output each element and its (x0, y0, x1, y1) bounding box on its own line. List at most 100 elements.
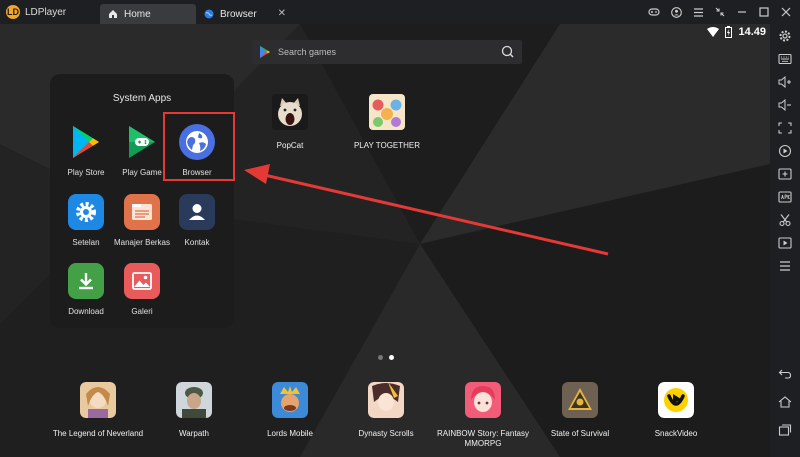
keyboard-mapping-button[interactable] (777, 51, 793, 67)
maximize-button[interactable] (754, 3, 774, 21)
dock-app-label: Lords Mobile (267, 429, 313, 438)
app-setelan[interactable]: Setelan (56, 194, 116, 247)
highlight-box-browser (163, 112, 235, 181)
play-games-icon (124, 124, 160, 160)
gallery-icon (124, 263, 160, 299)
shortcut-popcat[interactable]: PopCat (245, 94, 335, 150)
page-dot-active[interactable] (389, 355, 394, 360)
shortcut-play-together[interactable]: PLAY TOGETHER (342, 94, 432, 150)
dock-app-label: Dynasty Scrolls (358, 429, 414, 438)
tab-home[interactable]: Home (100, 4, 196, 24)
state-of-survival-thumbnail (562, 382, 598, 418)
wifi-icon (707, 27, 720, 37)
video-icon (778, 237, 792, 249)
app-label: Kontak (184, 238, 210, 247)
popcat-thumbnail (272, 94, 308, 130)
tab-browser[interactable]: Browser ✕ (196, 4, 292, 24)
app-kontak[interactable]: Kontak (167, 194, 227, 247)
close-button[interactable] (776, 3, 796, 21)
clock: 14.49 (738, 26, 766, 38)
title-bar: LD LDPlayer Home Browser ✕ (0, 0, 800, 24)
search-games-bar[interactable]: Search games (252, 40, 522, 64)
record-button[interactable] (777, 143, 793, 159)
tab-home-label: Home (124, 8, 151, 20)
menu-button[interactable] (688, 3, 708, 21)
page-dot[interactable] (378, 355, 383, 360)
volume-up-icon (778, 76, 791, 88)
app-play-store[interactable]: Play Store (56, 124, 116, 177)
dock-app-label: The Legend of Neverland (52, 429, 144, 438)
shortcut-label: PopCat (276, 141, 304, 150)
dock-app-lords-mobile[interactable]: Lords Mobile (240, 382, 340, 439)
recent-apps-button[interactable] (777, 422, 793, 438)
play-together-thumbnail (369, 94, 405, 130)
add-button[interactable] (777, 166, 793, 182)
app-name: LDPlayer (25, 6, 67, 18)
dock-app-label: Warpath (179, 429, 209, 438)
back-button[interactable] (777, 366, 793, 382)
ldplayer-logo-icon: LD (6, 5, 20, 19)
dock-app-state-of-survival[interactable]: State of Survival (530, 382, 630, 439)
snackvideo-thumbnail (658, 382, 694, 418)
screenshot-button[interactable] (777, 120, 793, 136)
gamepad-icon (648, 8, 660, 16)
home-icon (109, 10, 117, 18)
volume-up-button[interactable] (777, 74, 793, 90)
shrink-icon (715, 7, 725, 17)
video-button[interactable] (777, 235, 793, 251)
android-status-bar: 14.49 (707, 26, 766, 38)
screenshot-icon (778, 122, 792, 134)
lords-mobile-thumbnail (272, 382, 308, 418)
home-nav-icon (778, 396, 792, 408)
dynasty-scrolls-thumbnail (368, 382, 404, 418)
dock-app-snackvideo[interactable]: SnackVideo (626, 382, 726, 439)
fullscreen-exit-button[interactable] (710, 3, 730, 21)
app-manajer-berkas[interactable]: Manajer Berkas (112, 194, 172, 247)
settings-icon (68, 194, 104, 230)
dock-app-warpath[interactable]: Warpath (144, 382, 244, 439)
install-apk-button[interactable] (777, 189, 793, 205)
minimize-button[interactable] (732, 3, 752, 21)
close-icon (781, 7, 791, 17)
keyboard-icon (778, 53, 792, 65)
recent-apps-icon (778, 424, 792, 436)
dock-app-legend-of-neverland[interactable]: The Legend of Neverland (48, 382, 148, 439)
shortcut-label: PLAY TOGETHER (353, 141, 421, 150)
gamepad-button[interactable] (644, 3, 664, 21)
scissors-button[interactable] (777, 212, 793, 228)
file-manager-icon (124, 194, 160, 230)
folder-title: System Apps (112, 93, 172, 104)
emulator-sidebar (770, 24, 800, 457)
apk-icon (778, 191, 792, 203)
app-logo: LD LDPlayer (6, 5, 100, 19)
download-icon (68, 263, 104, 299)
app-galeri[interactable]: Galeri (112, 263, 172, 316)
home-button[interactable] (777, 394, 793, 410)
volume-down-button[interactable] (777, 97, 793, 113)
app-download[interactable]: Download (56, 263, 116, 316)
dock-app-rainbow-story[interactable]: RAINBOW Story: Fantasy MMORPG (433, 382, 533, 449)
search-icon[interactable] (501, 45, 514, 58)
contacts-icon (179, 194, 215, 230)
tab-browser-label: Browser (220, 8, 257, 20)
play-store-icon (68, 124, 104, 160)
dock-app-label: SnackVideo (654, 429, 698, 438)
app-label: Download (68, 307, 104, 316)
settings-button[interactable] (777, 28, 793, 44)
dock-app-dynasty-scrolls[interactable]: Dynasty Scrolls (336, 382, 436, 439)
volume-down-icon (778, 99, 791, 111)
annotation-arrow (244, 164, 609, 256)
rainbow-story-thumbnail (465, 382, 501, 418)
more-button[interactable] (777, 258, 793, 274)
tab-close-button[interactable]: ✕ (278, 8, 286, 19)
search-placeholder: Search games (278, 47, 337, 57)
window-controls (642, 3, 796, 21)
gear-icon (779, 30, 791, 42)
globe-icon (204, 9, 214, 19)
account-button[interactable] (666, 3, 686, 21)
play-store-icon (260, 46, 270, 58)
dock-app-label: State of Survival (550, 429, 610, 438)
app-label: Galeri (131, 307, 153, 316)
maximize-icon (759, 7, 769, 17)
back-icon (778, 369, 792, 379)
